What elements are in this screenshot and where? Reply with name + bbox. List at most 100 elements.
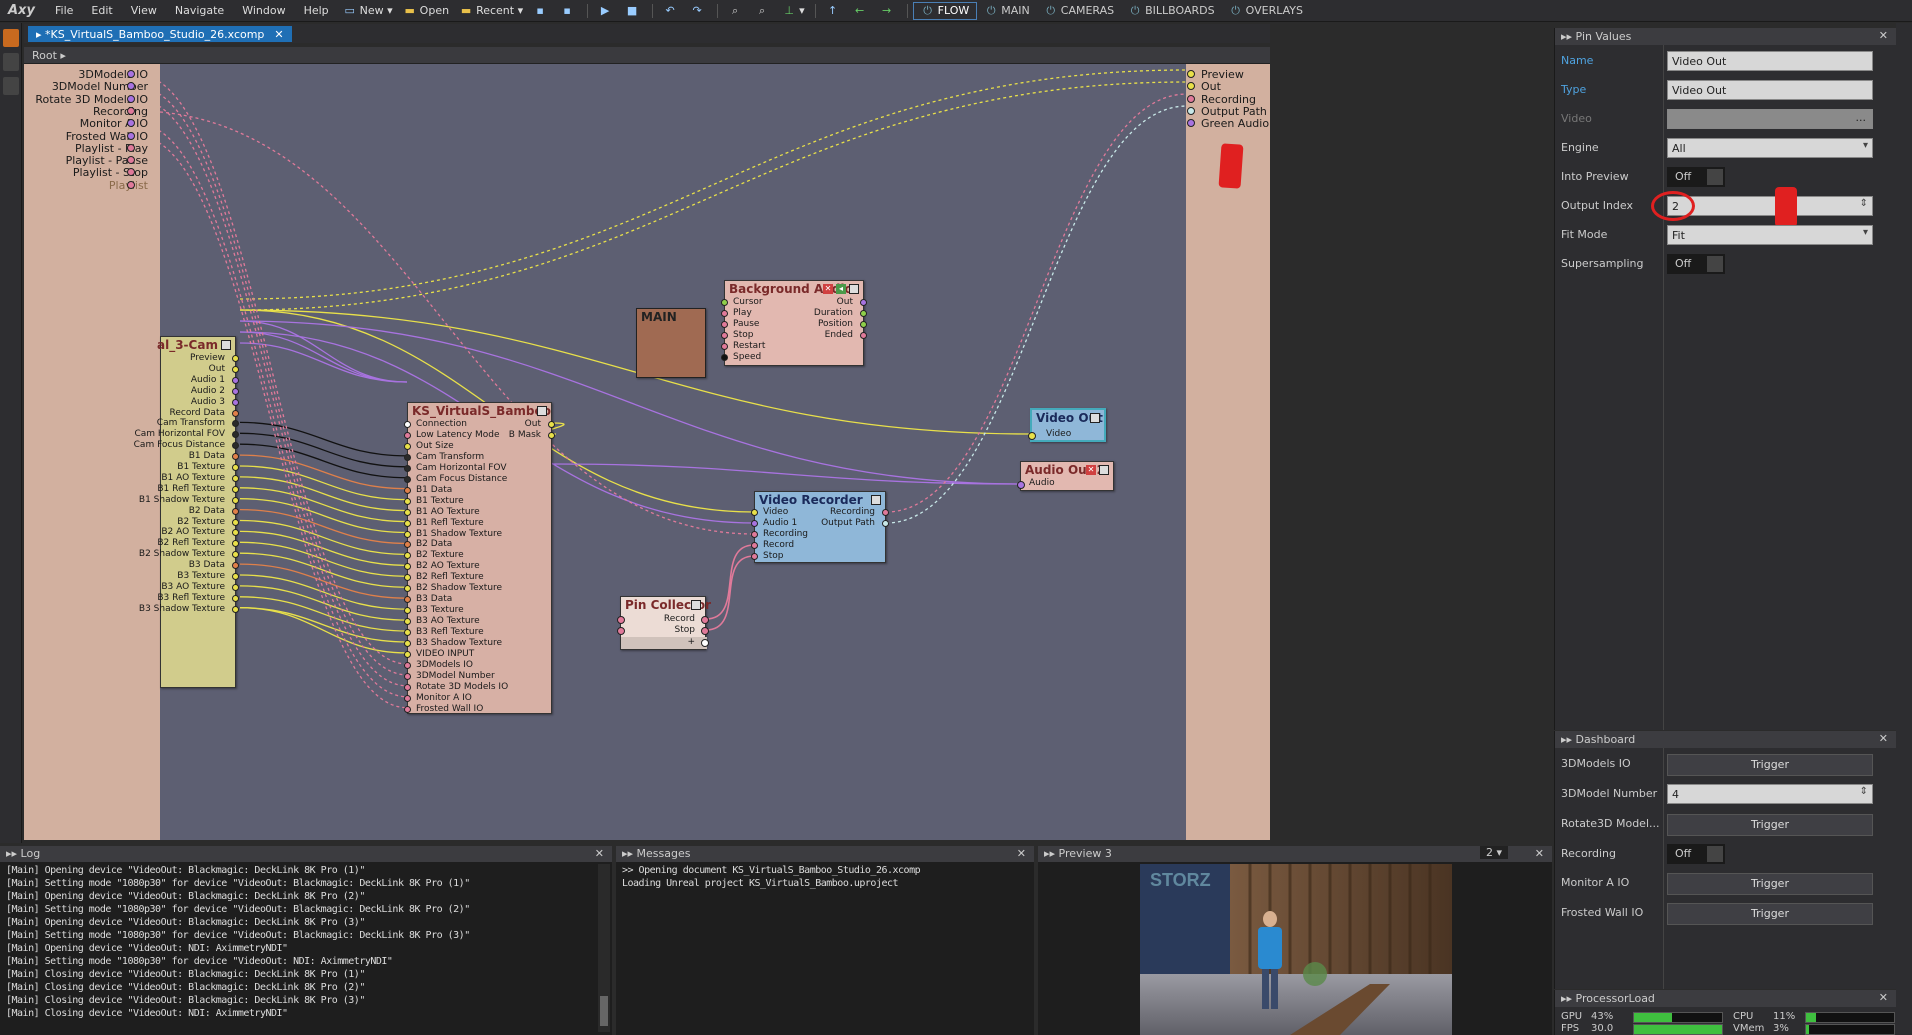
close-icon[interactable]: ✕ bbox=[1535, 847, 1544, 860]
pin-cam-b1-ao-texture[interactable] bbox=[232, 474, 239, 482]
pin-bgaudio-out-ended[interactable] bbox=[860, 331, 867, 339]
zoom-out-button[interactable]: ⌕ bbox=[750, 4, 777, 18]
workspace-flow[interactable]: ⏻ FLOW bbox=[912, 1, 978, 20]
pin-output-output-path[interactable] bbox=[1187, 106, 1195, 115]
pin-bamboo-b2-texture[interactable] bbox=[404, 552, 411, 560]
node-audio-out-2[interactable]: Audio Out 2 ✕ Audio bbox=[1017, 461, 1114, 491]
trigger-button[interactable]: Trigger bbox=[1667, 754, 1873, 776]
wire[interactable] bbox=[705, 544, 755, 620]
play-button[interactable]: ▶ bbox=[593, 4, 620, 18]
pin-bamboo-3dmodel-number[interactable] bbox=[404, 672, 411, 680]
pin-input-frosted-wall-io[interactable] bbox=[127, 131, 135, 140]
wire[interactable] bbox=[239, 552, 408, 588]
pin-bamboo-b1-texture[interactable] bbox=[404, 497, 411, 505]
back-button[interactable]: ← bbox=[848, 4, 875, 18]
up-button[interactable]: ↑ bbox=[821, 4, 848, 18]
name-field[interactable]: Video Out bbox=[1667, 51, 1873, 71]
pin-bamboo-b2-ao-texture[interactable] bbox=[404, 563, 411, 571]
wire[interactable] bbox=[239, 454, 408, 490]
save-button[interactable]: ▪ bbox=[528, 4, 555, 18]
pin-bamboo-cam-focus-distance[interactable] bbox=[404, 475, 411, 483]
menu-edit[interactable]: Edit bbox=[82, 4, 121, 17]
workspace-overlays[interactable]: ⏻ OVERLAYS bbox=[1222, 3, 1310, 19]
trigger-button[interactable]: Trigger bbox=[1667, 903, 1873, 925]
wire[interactable] bbox=[239, 563, 408, 599]
pin-bamboo-cam-horizontal-fov[interactable] bbox=[404, 464, 411, 472]
pin-bamboo-b1-ao-texture[interactable] bbox=[404, 508, 411, 516]
pin-bamboo-out-size[interactable] bbox=[404, 442, 411, 450]
wire[interactable] bbox=[239, 498, 408, 534]
new-button[interactable]: ▭ New ▾ bbox=[338, 4, 398, 18]
trigger-button[interactable]: Trigger bbox=[1667, 814, 1873, 836]
open-button[interactable]: ▬ Open bbox=[398, 4, 454, 18]
pin-bamboo-b3-shadow-texture[interactable] bbox=[404, 640, 411, 647]
node-menu-icon[interactable] bbox=[1090, 413, 1100, 423]
pin-bgaudio-cursor[interactable] bbox=[721, 299, 728, 306]
wire[interactable] bbox=[239, 69, 1188, 300]
wire[interactable] bbox=[239, 342, 408, 383]
pin-stop-in[interactable] bbox=[617, 627, 625, 635]
forward-button[interactable]: → bbox=[875, 4, 902, 18]
pin-input-recording[interactable] bbox=[127, 106, 135, 115]
pin-recorder-recording[interactable] bbox=[751, 530, 758, 538]
preview-index-select[interactable]: 2 ▾ bbox=[1479, 846, 1508, 859]
redo-button[interactable]: ↷ bbox=[685, 4, 712, 18]
close-icon[interactable]: ✕ bbox=[274, 28, 283, 41]
pin-recorder-out-output-path[interactable] bbox=[882, 519, 889, 527]
wire[interactable] bbox=[239, 574, 408, 610]
disable-icon[interactable]: ✕ bbox=[823, 284, 833, 294]
pin-bamboo-out-out[interactable] bbox=[548, 421, 555, 428]
wire[interactable] bbox=[239, 476, 408, 512]
pin-bgaudio-out-position[interactable] bbox=[860, 320, 867, 328]
pin-record-out[interactable] bbox=[701, 616, 709, 624]
pin-bamboo-b3-texture[interactable] bbox=[404, 607, 411, 615]
pin-bgaudio-speed[interactable] bbox=[721, 353, 728, 361]
pin-bgaudio-pause[interactable] bbox=[721, 320, 728, 328]
workspace-main[interactable]: ⏻ MAIN bbox=[977, 3, 1037, 19]
trigger-button[interactable]: Trigger bbox=[1667, 873, 1873, 895]
pin-recorder-audio-1[interactable] bbox=[751, 519, 758, 527]
pin-input-3dmodels-io[interactable] bbox=[127, 70, 135, 78]
pin-cam-audio-3[interactable] bbox=[232, 398, 239, 406]
close-icon[interactable]: ✕ bbox=[1879, 29, 1888, 42]
pin-audio-in[interactable] bbox=[1017, 481, 1025, 489]
save-all-button[interactable]: ▪ bbox=[555, 4, 582, 18]
pin-bamboo-rotate-3d-models-io[interactable] bbox=[404, 683, 411, 691]
stepper-icon[interactable]: ⇕ bbox=[1860, 198, 1868, 209]
node-menu-icon[interactable] bbox=[871, 495, 881, 505]
pin-bamboo-low-latency-mode[interactable] bbox=[404, 431, 411, 439]
close-icon[interactable]: ✕ bbox=[1879, 732, 1888, 745]
undo-button[interactable]: ↶ bbox=[658, 4, 685, 18]
pin-bamboo-out-b-mask[interactable] bbox=[548, 431, 555, 439]
pin-bgaudio-out-out[interactable] bbox=[860, 299, 867, 306]
wire[interactable] bbox=[239, 465, 408, 501]
output-index-stepper[interactable]: 2 ⇕ bbox=[1667, 196, 1873, 216]
pin-bamboo-b3-ao-texture[interactable] bbox=[404, 618, 411, 626]
menu-view[interactable]: View bbox=[122, 4, 166, 17]
breadcrumb[interactable]: Root ▸ bbox=[24, 47, 1270, 64]
pin-cam-audio-1[interactable] bbox=[232, 376, 239, 384]
fit-mode-select[interactable]: Fit ▾ bbox=[1667, 225, 1873, 245]
pin-bamboo-cam-transform[interactable] bbox=[404, 453, 411, 461]
pin-bamboo-b1-refl-texture[interactable] bbox=[404, 519, 411, 527]
wire[interactable] bbox=[239, 541, 408, 577]
pin-recorder-video[interactable] bbox=[751, 509, 758, 516]
wire[interactable] bbox=[239, 320, 1021, 485]
workspace-cameras[interactable]: ⏻ CAMERAS bbox=[1037, 3, 1121, 19]
supersampling-toggle[interactable]: Off bbox=[1667, 254, 1725, 274]
document-tab[interactable]: ▸ *KS_VirtualS_Bamboo_Studio_26.xcomp ✕ bbox=[28, 26, 292, 42]
pin-input-playlist-play[interactable] bbox=[127, 143, 135, 152]
pin-bamboo-b2-refl-texture[interactable] bbox=[404, 574, 411, 582]
node-pin-collector[interactable]: Pin Collector Record Stop + bbox=[617, 596, 711, 650]
add-pin-button[interactable]: + bbox=[687, 637, 695, 647]
model-number-stepper[interactable]: 4 ⇕ bbox=[1667, 784, 1873, 804]
log-scrollbar[interactable] bbox=[598, 864, 610, 1032]
node-ks-virtuals-bamboo[interactable]: KS_VirtualS_Bamboo Connection Low Latency… bbox=[404, 402, 555, 714]
into-preview-toggle[interactable]: Off bbox=[1667, 167, 1725, 187]
pin-video-in[interactable] bbox=[1028, 432, 1036, 440]
pin-stop-out[interactable] bbox=[701, 627, 709, 635]
wire[interactable] bbox=[239, 421, 408, 457]
wire[interactable] bbox=[885, 93, 1188, 513]
wire[interactable] bbox=[239, 530, 408, 566]
pin-bgaudio-restart[interactable] bbox=[721, 342, 728, 350]
